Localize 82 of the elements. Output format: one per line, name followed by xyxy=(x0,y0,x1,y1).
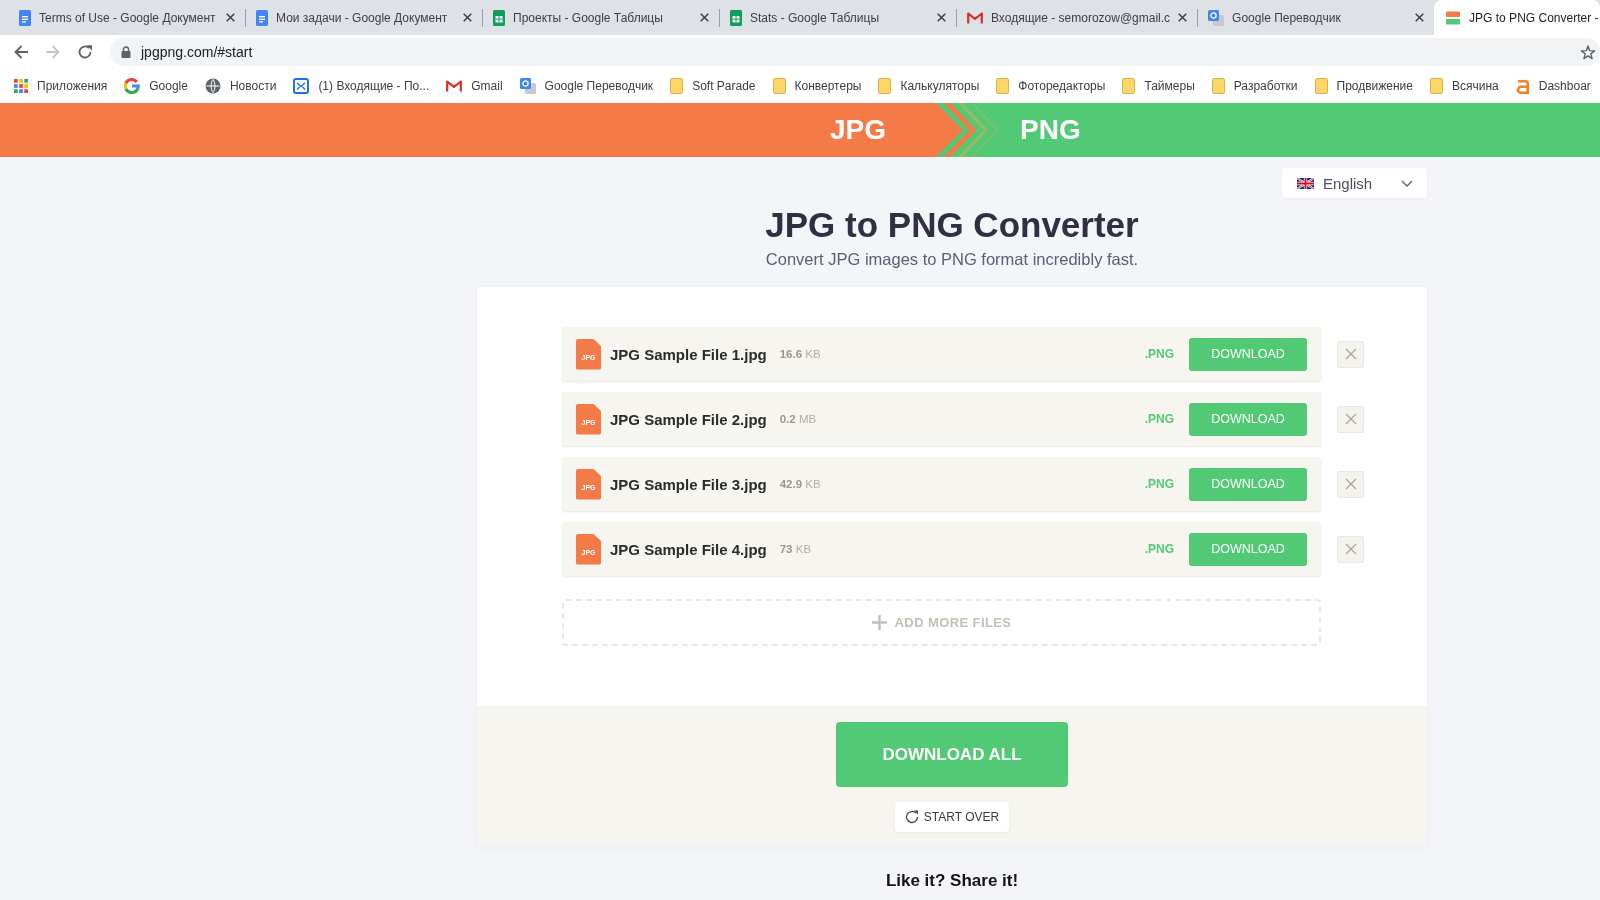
page-subtitle: Convert JPG images to PNG format incredibly fast. xyxy=(765,249,1139,270)
folder-icon xyxy=(1314,78,1328,94)
envelope-icon xyxy=(293,78,310,94)
folder-icon xyxy=(1430,78,1443,94)
page-title: JPG to PNG Converter xyxy=(765,205,1139,245)
close-icon[interactable] xyxy=(226,13,235,22)
close-icon xyxy=(1344,413,1357,425)
translate-icon xyxy=(519,78,536,94)
folder-icon xyxy=(772,78,786,94)
folder-icon xyxy=(1211,78,1225,94)
browser-tab[interactable]: Stats - Google Таблицы xyxy=(719,0,956,35)
output-format-label: .PNG xyxy=(1144,347,1174,361)
close-icon xyxy=(1344,543,1357,555)
g-logo-icon xyxy=(124,78,141,94)
bookmark-item[interactable]: (1) Входящие - По... xyxy=(286,72,437,100)
file-size: 73 KB xyxy=(779,543,812,555)
bookmark-item[interactable]: Google xyxy=(117,72,195,100)
site-logo-icon xyxy=(1445,9,1462,26)
bookmark-item[interactable]: Gmail xyxy=(439,72,510,100)
uk-flag-icon xyxy=(1297,177,1314,189)
bookmark-item[interactable]: Приложения xyxy=(7,72,115,100)
share-heading: Like it? Share it! xyxy=(885,871,1019,891)
globe-icon xyxy=(204,78,221,94)
document-icon xyxy=(19,9,31,26)
reload-icon[interactable] xyxy=(77,44,93,60)
file-size: 16.6 KB xyxy=(779,348,821,360)
language-select[interactable]: English xyxy=(1282,168,1427,198)
refresh-icon xyxy=(904,810,919,824)
file-name: JPG Sample File 2.jpg xyxy=(610,410,767,428)
translate-icon xyxy=(1208,9,1225,26)
bookmark-item[interactable]: Google Переводчик xyxy=(512,72,661,100)
back-arrow-icon[interactable] xyxy=(13,44,29,60)
folder-icon xyxy=(1122,78,1136,94)
mail-logo-icon xyxy=(446,80,463,92)
address-bar[interactable]: jpgpng.com/#start xyxy=(110,38,1600,66)
browser-tab[interactable]: Мои задачи - Google Документ xyxy=(245,0,482,35)
apps-grid-icon xyxy=(14,79,28,93)
source-format-label: JPG xyxy=(829,114,886,146)
browser-tab[interactable]: JPG to PNG Converter - xyxy=(1434,0,1600,35)
lock-icon xyxy=(121,46,131,58)
browser-tab[interactable]: Google Переводчик xyxy=(1197,0,1435,35)
file-name: JPG Sample File 1.jpg xyxy=(610,345,767,363)
close-icon[interactable] xyxy=(463,13,472,22)
bookmark-item[interactable]: Всячина xyxy=(1423,72,1506,100)
output-format-label: .PNG xyxy=(1144,412,1174,426)
target-format-label: PNG xyxy=(1020,114,1081,146)
close-icon[interactable] xyxy=(1415,13,1425,22)
site-logo-icon xyxy=(1515,78,1530,94)
folder-icon xyxy=(670,78,684,94)
bookmark-item[interactable]: Фоторедакторы xyxy=(989,72,1113,100)
file-size: 42.9 KB xyxy=(779,478,821,490)
plus-icon xyxy=(871,615,887,630)
close-icon xyxy=(1344,348,1357,360)
browser-tab[interactable]: Входящие - semorozow@gmail.c xyxy=(956,0,1198,35)
bookmark-item[interactable]: Разработки xyxy=(1204,72,1305,100)
bookmark-item[interactable]: Продвижение xyxy=(1307,72,1420,100)
bookmark-item[interactable]: Таймеры xyxy=(1115,72,1202,100)
bookmark-item[interactable]: Dashboar xyxy=(1508,72,1598,100)
output-format-label: .PNG xyxy=(1144,477,1174,491)
file-size: 0.2 MB xyxy=(779,413,817,425)
bookmark-item[interactable]: Калькуляторы xyxy=(871,72,987,100)
close-icon[interactable] xyxy=(937,13,946,22)
folder-icon xyxy=(996,78,1010,94)
document-icon xyxy=(256,9,268,26)
chevron-down-icon xyxy=(1401,179,1413,187)
spreadsheet-icon xyxy=(730,9,742,26)
start-over-button[interactable]: START OVER xyxy=(895,802,1009,832)
mail-logo-icon xyxy=(967,11,983,24)
spreadsheet-icon xyxy=(493,9,505,26)
close-icon[interactable] xyxy=(1178,13,1188,22)
folder-icon xyxy=(878,78,892,94)
bookmark-item[interactable]: Soft Parade xyxy=(663,72,763,100)
bookmark-item[interactable]: Новости xyxy=(197,72,284,100)
browser-tab[interactable]: Terms of Use - Google Документ xyxy=(8,0,245,35)
close-icon[interactable] xyxy=(700,13,709,22)
browser-tab[interactable]: Проекты - Google Таблицы xyxy=(482,0,719,35)
file-name: JPG Sample File 3.jpg xyxy=(610,475,767,493)
bookmark-star-icon[interactable] xyxy=(1580,44,1596,60)
file-name: JPG Sample File 4.jpg xyxy=(610,540,767,558)
close-icon xyxy=(1344,478,1357,490)
output-format-label: .PNG xyxy=(1144,542,1174,556)
bookmark-item[interactable]: Конвертеры xyxy=(765,72,869,100)
